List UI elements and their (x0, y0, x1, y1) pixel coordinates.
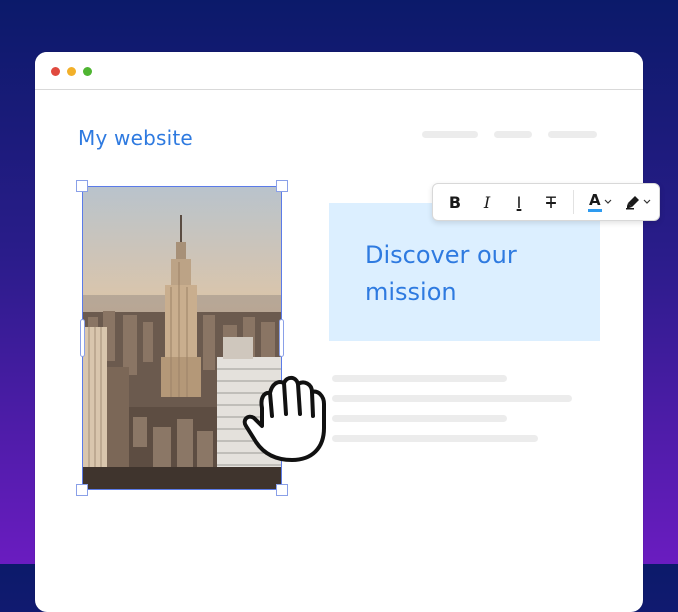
text-format-toolbar: B I I T A (432, 183, 660, 221)
underline-button[interactable]: I (507, 190, 531, 214)
chevron-down-icon (643, 199, 651, 204)
text-color-swatch (588, 209, 602, 212)
highlighter-icon (626, 196, 639, 210)
nav-item-placeholder[interactable] (548, 131, 597, 138)
text-line-placeholder (332, 375, 507, 382)
bold-button[interactable]: B (443, 190, 467, 214)
toolbar-separator (573, 190, 574, 214)
resize-handle-top-left[interactable] (76, 180, 88, 192)
resize-handle-bottom-left[interactable] (76, 484, 88, 496)
highlight-color-button[interactable] (623, 190, 653, 214)
text-color-button[interactable]: A (585, 190, 615, 214)
close-window-button[interactable] (51, 67, 60, 76)
hero-text-block[interactable]: Discover our mission (329, 203, 600, 341)
maximize-window-button[interactable] (83, 67, 92, 76)
nav-item-placeholder[interactable] (494, 131, 532, 138)
resize-handle-left[interactable] (80, 319, 85, 357)
resize-handle-top-right[interactable] (276, 180, 288, 192)
chevron-down-icon (604, 199, 612, 204)
text-line-placeholder (332, 435, 538, 442)
nav-item-placeholder[interactable] (422, 131, 478, 138)
browser-window: My website Discover our mission (35, 52, 643, 612)
site-title[interactable]: My website (78, 126, 193, 150)
text-line-placeholder (332, 415, 507, 422)
text-color-letter: A (589, 191, 601, 209)
minimize-window-button[interactable] (67, 67, 76, 76)
strikethrough-button[interactable]: T (539, 190, 563, 214)
text-line-placeholder (332, 395, 572, 402)
grab-hand-icon (242, 375, 326, 462)
title-bar (35, 52, 643, 90)
hero-heading[interactable]: Discover our mission (365, 237, 585, 311)
italic-button[interactable]: I (475, 190, 499, 214)
resize-handle-bottom-right[interactable] (276, 484, 288, 496)
resize-handle-right[interactable] (279, 319, 284, 357)
